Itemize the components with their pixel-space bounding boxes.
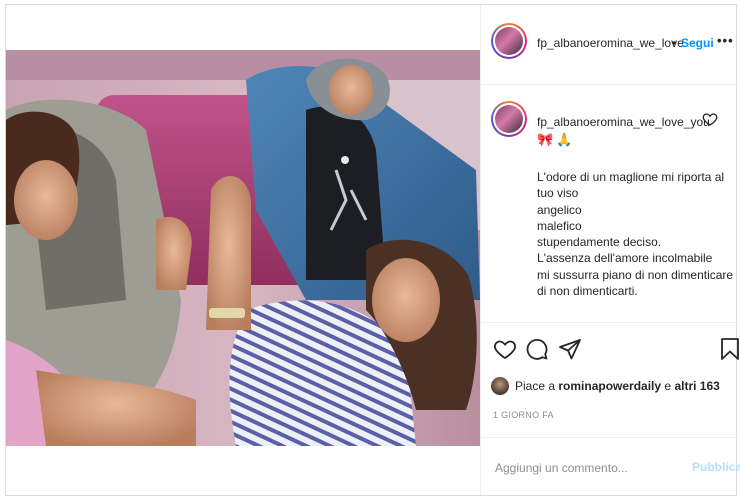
comment-box: Pubblica [481, 437, 740, 495]
post-photo[interactable] [6, 50, 480, 446]
caption-line: angelico [537, 202, 582, 217]
post-media [6, 5, 480, 495]
likes-prefix: Piace a [515, 379, 556, 393]
pray-emoji: 🙏 [556, 132, 573, 147]
comment-icon[interactable] [525, 337, 549, 366]
caption-line: stupendamente deciso. [537, 235, 662, 250]
caption-heart-icon[interactable] [702, 111, 718, 132]
author-username[interactable]: fp_albanoeromina_we_love [537, 36, 684, 50]
post-sidebar: fp_albanoeromina_we_love • Segui ••• fp_… [480, 5, 740, 495]
follow-button[interactable]: Segui [681, 36, 714, 50]
liker-username[interactable]: rominapowerdaily [558, 379, 661, 393]
post-actions [481, 323, 740, 367]
caption-line: di non dimenticarti. [537, 284, 638, 299]
post-header: fp_albanoeromina_we_love • Segui ••• [481, 5, 737, 85]
publish-button[interactable]: Pubblica [692, 460, 740, 474]
caption-username[interactable]: fp_albanoeromina_we_love_you [537, 115, 710, 129]
heart-icon[interactable] [493, 337, 517, 366]
caption-avatar[interactable] [491, 101, 527, 137]
bookmark-icon[interactable] [719, 337, 740, 366]
more-options-icon[interactable]: ••• [717, 33, 734, 48]
share-icon[interactable] [558, 337, 582, 366]
caption-line: mi sussurra piano di non dimenticare [537, 267, 734, 282]
post-timestamp[interactable]: 1 GIORNO FA [493, 410, 554, 420]
author-avatar[interactable] [491, 23, 527, 59]
caption-line: L'odore di un maglione mi riporta al [537, 170, 725, 184]
caption-line: tuo viso [537, 186, 579, 201]
likes-summary: Piace a rominapowerdaily e altri 163 [491, 375, 720, 397]
comment-input[interactable] [495, 458, 675, 478]
caption-area: fp_albanoeromina_we_love_you 🎀 🙏 L'odore… [481, 85, 737, 323]
caption-line: L'assenza dell'amore incolmabile [537, 251, 713, 266]
instagram-post: fp_albanoeromina_we_love • Segui ••• fp_… [5, 4, 740, 496]
caption-text: L'odore di un maglione mi riporta al tuo… [537, 169, 733, 299]
separator-dot: • [672, 36, 677, 50]
liker-avatar[interactable] [491, 377, 509, 395]
likes-others-link[interactable]: altri 163 [674, 379, 719, 393]
caption-line: malefico [537, 218, 582, 233]
ribbon-emoji: 🎀 [537, 132, 554, 147]
caption-emojis: 🎀 🙏 [537, 132, 572, 148]
likes-middle: e [664, 379, 672, 393]
